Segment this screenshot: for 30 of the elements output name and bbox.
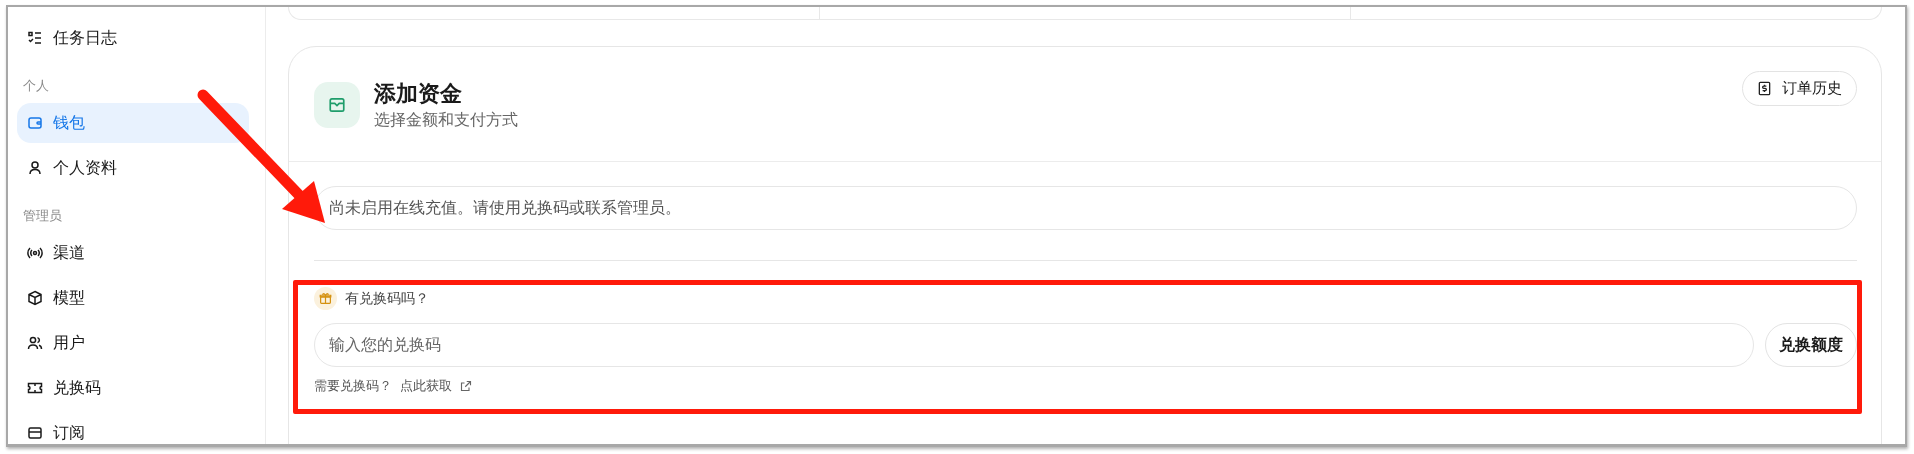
ticket-icon [27,380,43,396]
get-code-link[interactable]: 点此获取 [400,377,452,395]
section-heading: 管理员 [22,207,63,225]
sidebar-item[interactable]: 渠道 [17,233,249,273]
sidebar-item[interactable]: 模型 [17,278,249,318]
sidebar-item[interactable]: 任务日志 [17,18,249,58]
card-title: 添加资金 [374,80,463,108]
receipt-icon [1757,81,1772,96]
order-history-button[interactable]: 订单历史 [1742,71,1857,106]
section-heading: 个人 [22,77,50,95]
card-subtitle: 选择金额和支付方式 [374,110,519,131]
users-icon [27,335,43,351]
sidebar-item[interactable]: 钱包 [17,103,249,143]
help-text: 需要兑换码？ [314,377,392,395]
checklist-icon [27,30,43,46]
sidebar-item[interactable]: 订阅 [17,413,249,444]
redeem-button[interactable]: 兑换额度 [1765,323,1857,367]
sidebar-item[interactable]: 个人资料 [17,148,249,188]
broadcast-icon [27,245,43,261]
sidebar-item[interactable]: 用户 [17,323,249,363]
redeem-label: 有兑换码吗？ [345,289,429,308]
cube-icon [27,290,43,306]
user-icon [27,160,43,176]
gift-icon [314,287,337,310]
sidebar-item[interactable]: 兑换码 [17,368,249,408]
external-link-icon [460,380,472,392]
wallet-icon [27,115,43,131]
redeem-code-input[interactable]: 输入您的兑换码 [314,323,1754,367]
card-icon [27,425,43,441]
wallet-icon [314,82,360,128]
